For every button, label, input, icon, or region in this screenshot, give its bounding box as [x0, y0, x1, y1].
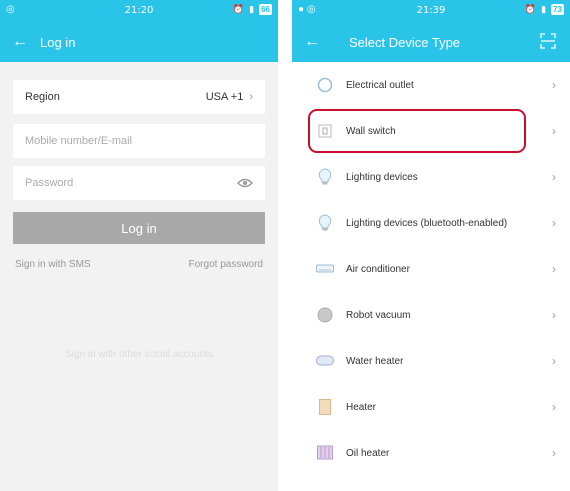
- device-label: Water heater: [346, 355, 404, 367]
- robot-vacuum-icon: [316, 306, 334, 324]
- login-links: Sign in with SMS Forgot password: [15, 259, 263, 270]
- wall-switch-icon: [316, 122, 334, 140]
- oil-heater-icon: [316, 444, 334, 462]
- signal-icon: ▮: [249, 4, 255, 14]
- forgot-password-link[interactable]: Forgot password: [189, 259, 263, 270]
- device-type-screen: ● ◎ 21:39 ⏰ ▮ 73 ← Select Device Type El…: [292, 0, 570, 491]
- header: ← Log in: [0, 22, 278, 62]
- page-title: Select Device Type: [349, 34, 461, 50]
- device-item-lighting-devices[interactable]: Lighting devices ›: [292, 154, 570, 200]
- water-heater-icon: [316, 352, 334, 370]
- device-item-air-conditioner[interactable]: Air conditioner ›: [292, 246, 570, 292]
- battery-indicator: 73: [551, 4, 564, 15]
- device-list: Electrical outlet › Wall switch › Lighti…: [292, 62, 570, 476]
- alarm-icon: ⏰: [524, 4, 537, 14]
- page-title: Log in: [40, 34, 76, 50]
- password-input[interactable]: [25, 177, 208, 189]
- device-item-electrical-outlet[interactable]: Electrical outlet ›: [292, 62, 570, 108]
- scan-icon[interactable]: [540, 33, 556, 49]
- outlet-icon: [316, 76, 334, 94]
- device-item-lighting-devices-bluetooth[interactable]: Lighting devices (bluetooth-enabled) ›: [292, 200, 570, 246]
- device-label: Lighting devices (bluetooth-enabled): [346, 217, 508, 229]
- device-item-oil-heater[interactable]: Oil heater ›: [292, 430, 570, 476]
- alarm-icon: ⏰: [232, 4, 245, 14]
- chevron-right-icon: ›: [552, 216, 556, 230]
- chevron-right-icon: ›: [552, 308, 556, 322]
- mobile-email-input[interactable]: [25, 135, 253, 147]
- heater-icon: [316, 398, 334, 416]
- signal-icon: ▮: [541, 4, 547, 14]
- chevron-right-icon: ›: [552, 78, 556, 92]
- status-bar: ● ◎ 21:39 ⏰ ▮ 73: [292, 0, 570, 22]
- chevron-right-icon: ›: [552, 262, 556, 276]
- device-label: Wall switch: [346, 125, 396, 137]
- social-login-text: Sign in with other social accounts: [65, 349, 213, 360]
- device-item-water-heater[interactable]: Water heater ›: [292, 338, 570, 384]
- device-item-robot-vacuum[interactable]: Robot vacuum ›: [292, 292, 570, 338]
- device-label: Robot vacuum: [346, 309, 411, 321]
- chevron-right-icon: ›: [552, 124, 556, 138]
- device-label: Electrical outlet: [346, 79, 414, 91]
- chevron-right-icon: ›: [249, 91, 253, 103]
- bulb-icon: [316, 168, 334, 186]
- header: ← Select Device Type: [292, 22, 570, 62]
- region-label: Region: [25, 91, 60, 103]
- region-selector[interactable]: Region USA +1 ›: [13, 80, 265, 114]
- device-label: Oil heater: [346, 447, 390, 459]
- device-label: Heater: [346, 401, 377, 413]
- air-conditioner-icon: [316, 260, 334, 278]
- chevron-right-icon: ›: [552, 446, 556, 460]
- battery-indicator: 66: [259, 4, 272, 15]
- bulb-icon: [316, 214, 334, 232]
- eye-icon[interactable]: [237, 178, 253, 188]
- back-arrow-icon[interactable]: ←: [0, 33, 40, 51]
- chevron-right-icon: ›: [552, 354, 556, 368]
- device-item-wall-switch[interactable]: Wall switch ›: [292, 108, 570, 154]
- mobile-email-field[interactable]: [13, 124, 265, 158]
- login-button[interactable]: Log in: [13, 212, 265, 244]
- chevron-right-icon: ›: [552, 170, 556, 184]
- device-item-heater[interactable]: Heater ›: [292, 384, 570, 430]
- password-field[interactable]: [13, 166, 265, 200]
- device-label: Air conditioner: [346, 263, 410, 275]
- region-value: USA +1: [205, 91, 244, 103]
- back-arrow-icon[interactable]: ←: [292, 33, 332, 51]
- chevron-right-icon: ›: [552, 400, 556, 414]
- device-label: Lighting devices: [346, 171, 418, 183]
- sms-login-link[interactable]: Sign in with SMS: [15, 259, 91, 270]
- login-screen: ◎ 21:20 ⏰ ▮ 66 ← Log in Region USA +1 › …: [0, 0, 278, 491]
- status-bar: ◎ 21:20 ⏰ ▮ 66: [0, 0, 278, 22]
